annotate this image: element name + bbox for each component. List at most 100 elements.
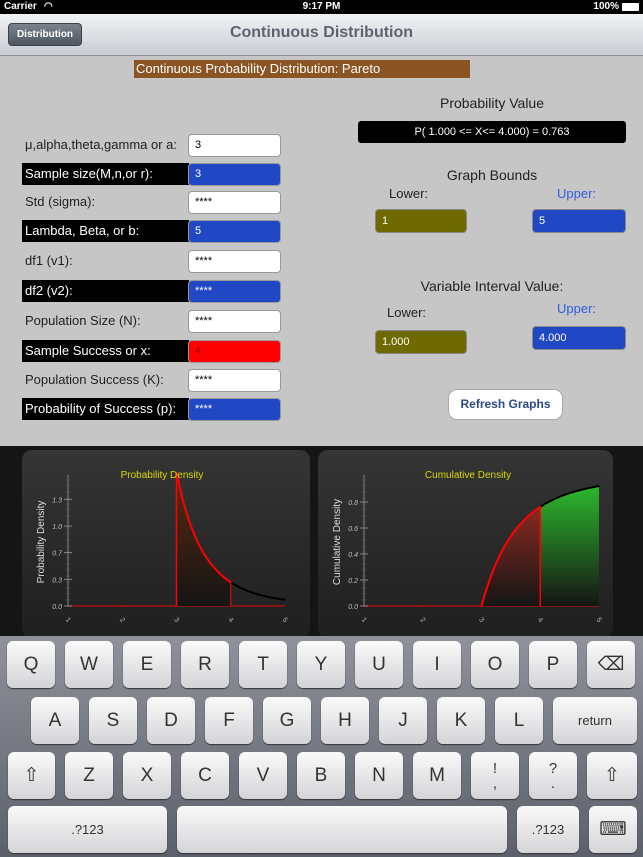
field-input[interactable]: 3 bbox=[188, 163, 281, 186]
key-n[interactable]: N bbox=[355, 752, 403, 799]
key-e[interactable]: E bbox=[123, 641, 171, 688]
interval-lower-input[interactable]: 1.000 bbox=[375, 330, 467, 354]
key-top-char: ! bbox=[492, 759, 498, 777]
data-point bbox=[524, 517, 527, 520]
x-tick-label: 2 bbox=[418, 617, 426, 625]
key-l[interactable]: L bbox=[495, 697, 543, 744]
field-label: Sample size(M,n,or r): bbox=[22, 163, 189, 185]
exclamation-comma-key[interactable]: !, bbox=[471, 752, 519, 799]
graph-upper-input[interactable]: 5 bbox=[532, 209, 626, 233]
refresh-graphs-button[interactable]: Refresh Graphs bbox=[448, 389, 563, 420]
key-f[interactable]: F bbox=[205, 697, 253, 744]
shaded-interval-area bbox=[481, 506, 541, 606]
key-u[interactable]: U bbox=[355, 641, 403, 688]
cdf-chart: 0.0 0.2 0.4 0.6 0.8 1 2 3 4 5 Cumulative Density Cu… bbox=[332, 470, 603, 625]
field-input[interactable]: **** bbox=[188, 191, 281, 214]
data-point bbox=[229, 581, 232, 584]
field-input[interactable]: 3 bbox=[188, 134, 281, 157]
data-point bbox=[270, 596, 273, 599]
interval-upper-label: Upper: bbox=[557, 301, 597, 316]
data-point bbox=[421, 605, 424, 607]
y-tick-label: 0.2 bbox=[348, 578, 358, 585]
key-bottom-char: , bbox=[492, 774, 498, 792]
field-label: df1 (v1): bbox=[25, 253, 73, 268]
field-label: Probability of Success (p): bbox=[22, 398, 189, 420]
key-bottom-char: . bbox=[550, 774, 556, 792]
key-d[interactable]: D bbox=[147, 697, 195, 744]
field-label: df2 (v2): bbox=[22, 280, 189, 302]
question-period-key[interactable]: ?. bbox=[529, 752, 577, 799]
y-tick-label: 1.0 bbox=[52, 524, 62, 531]
interval-upper-input[interactable]: 4.000 bbox=[532, 326, 626, 350]
key-y[interactable]: Y bbox=[297, 641, 345, 688]
key-t[interactable]: T bbox=[239, 641, 287, 688]
chart-title: Cumulative Density bbox=[425, 470, 511, 481]
numbers-key[interactable]: .?123 bbox=[8, 806, 167, 853]
key-c[interactable]: C bbox=[181, 752, 229, 799]
charts-area: 0.0 0.3 0.7 1.0 1.3 1 2 3 4 5 Probability Density P… bbox=[0, 446, 643, 638]
graph-lower-input[interactable]: 1 bbox=[375, 209, 467, 233]
field-input[interactable]: **** bbox=[188, 369, 281, 392]
key-x[interactable]: X bbox=[123, 752, 171, 799]
backspace-key[interactable]: ⌫ bbox=[587, 641, 635, 688]
return-key[interactable]: return bbox=[553, 697, 637, 744]
field-input[interactable]: **** bbox=[188, 250, 281, 273]
data-point bbox=[257, 593, 259, 596]
y-tick-label: 0.7 bbox=[52, 551, 63, 558]
hide-keyboard-key[interactable]: ⌨ bbox=[589, 806, 637, 853]
key-s[interactable]: S bbox=[89, 697, 137, 744]
key-z[interactable]: Z bbox=[65, 752, 113, 799]
x-tick-label: 4 bbox=[226, 617, 234, 625]
pdf-chart-panel: 0.0 0.3 0.7 1.0 1.3 1 2 3 4 5 Probability Density P… bbox=[22, 450, 310, 638]
key-i[interactable]: I bbox=[413, 641, 461, 688]
field-input[interactable]: **** bbox=[188, 310, 281, 333]
y-tick-label: 0.0 bbox=[348, 604, 358, 611]
interval-lower-label: Lower: bbox=[387, 305, 427, 320]
graph-bounds-heading: Graph Bounds bbox=[446, 167, 538, 183]
data-point bbox=[598, 485, 600, 487]
distribution-button[interactable]: Distribution bbox=[8, 23, 82, 46]
distribution-banner: Continuous Probability Distribution: Par… bbox=[134, 60, 470, 78]
x-tick-label: 1 bbox=[64, 617, 72, 625]
shift-key[interactable]: ⇧ bbox=[8, 752, 55, 799]
graph-upper-label: Upper: bbox=[557, 186, 597, 201]
data-point bbox=[284, 598, 286, 601]
field-input[interactable]: 4 bbox=[188, 340, 281, 363]
key-a[interactable]: A bbox=[31, 697, 79, 744]
field-label: Population Size (N): bbox=[25, 313, 141, 328]
field-input[interactable]: **** bbox=[188, 280, 281, 303]
tail-area bbox=[540, 486, 599, 606]
key-k[interactable]: K bbox=[437, 697, 485, 744]
key-v[interactable]: V bbox=[239, 752, 287, 799]
curve-tail bbox=[230, 581, 286, 601]
data-point bbox=[495, 562, 497, 564]
navigation-bar: Continuous Distribution Distribution bbox=[0, 14, 643, 56]
key-o[interactable]: O bbox=[471, 641, 519, 688]
data-point bbox=[583, 488, 586, 490]
data-point bbox=[189, 522, 191, 525]
field-label: μ,alpha,theta,gamma or a: bbox=[25, 137, 178, 152]
data-point bbox=[480, 605, 483, 607]
data-point bbox=[568, 492, 571, 494]
key-p[interactable]: P bbox=[529, 641, 577, 688]
key-r[interactable]: R bbox=[181, 641, 229, 688]
space-key[interactable] bbox=[177, 806, 507, 853]
field-label: Population Success (K): bbox=[25, 372, 164, 387]
x-tick-label: 1 bbox=[360, 617, 368, 625]
shift-key-right[interactable]: ⇧ bbox=[587, 752, 637, 799]
field-input[interactable]: 5 bbox=[188, 220, 281, 243]
key-q[interactable]: Q bbox=[7, 641, 55, 688]
key-m[interactable]: M bbox=[413, 752, 461, 799]
y-tick-label: 0.3 bbox=[52, 577, 62, 584]
page-title: Continuous Distribution bbox=[229, 24, 414, 41]
key-g[interactable]: G bbox=[263, 697, 311, 744]
probability-result: P( 1.000 <= X<= 4.000) = 0.763 bbox=[358, 121, 626, 143]
numbers-key-right[interactable]: .?123 bbox=[517, 806, 579, 853]
status-bar: Carrier ◠ 9:17 PM 100% bbox=[0, 0, 643, 14]
key-h[interactable]: H bbox=[321, 697, 369, 744]
field-label: Lambda, Beta, or b: bbox=[22, 220, 189, 242]
key-b[interactable]: B bbox=[297, 752, 345, 799]
field-input[interactable]: **** bbox=[188, 398, 281, 421]
key-w[interactable]: W bbox=[65, 641, 113, 688]
key-j[interactable]: J bbox=[379, 697, 427, 744]
